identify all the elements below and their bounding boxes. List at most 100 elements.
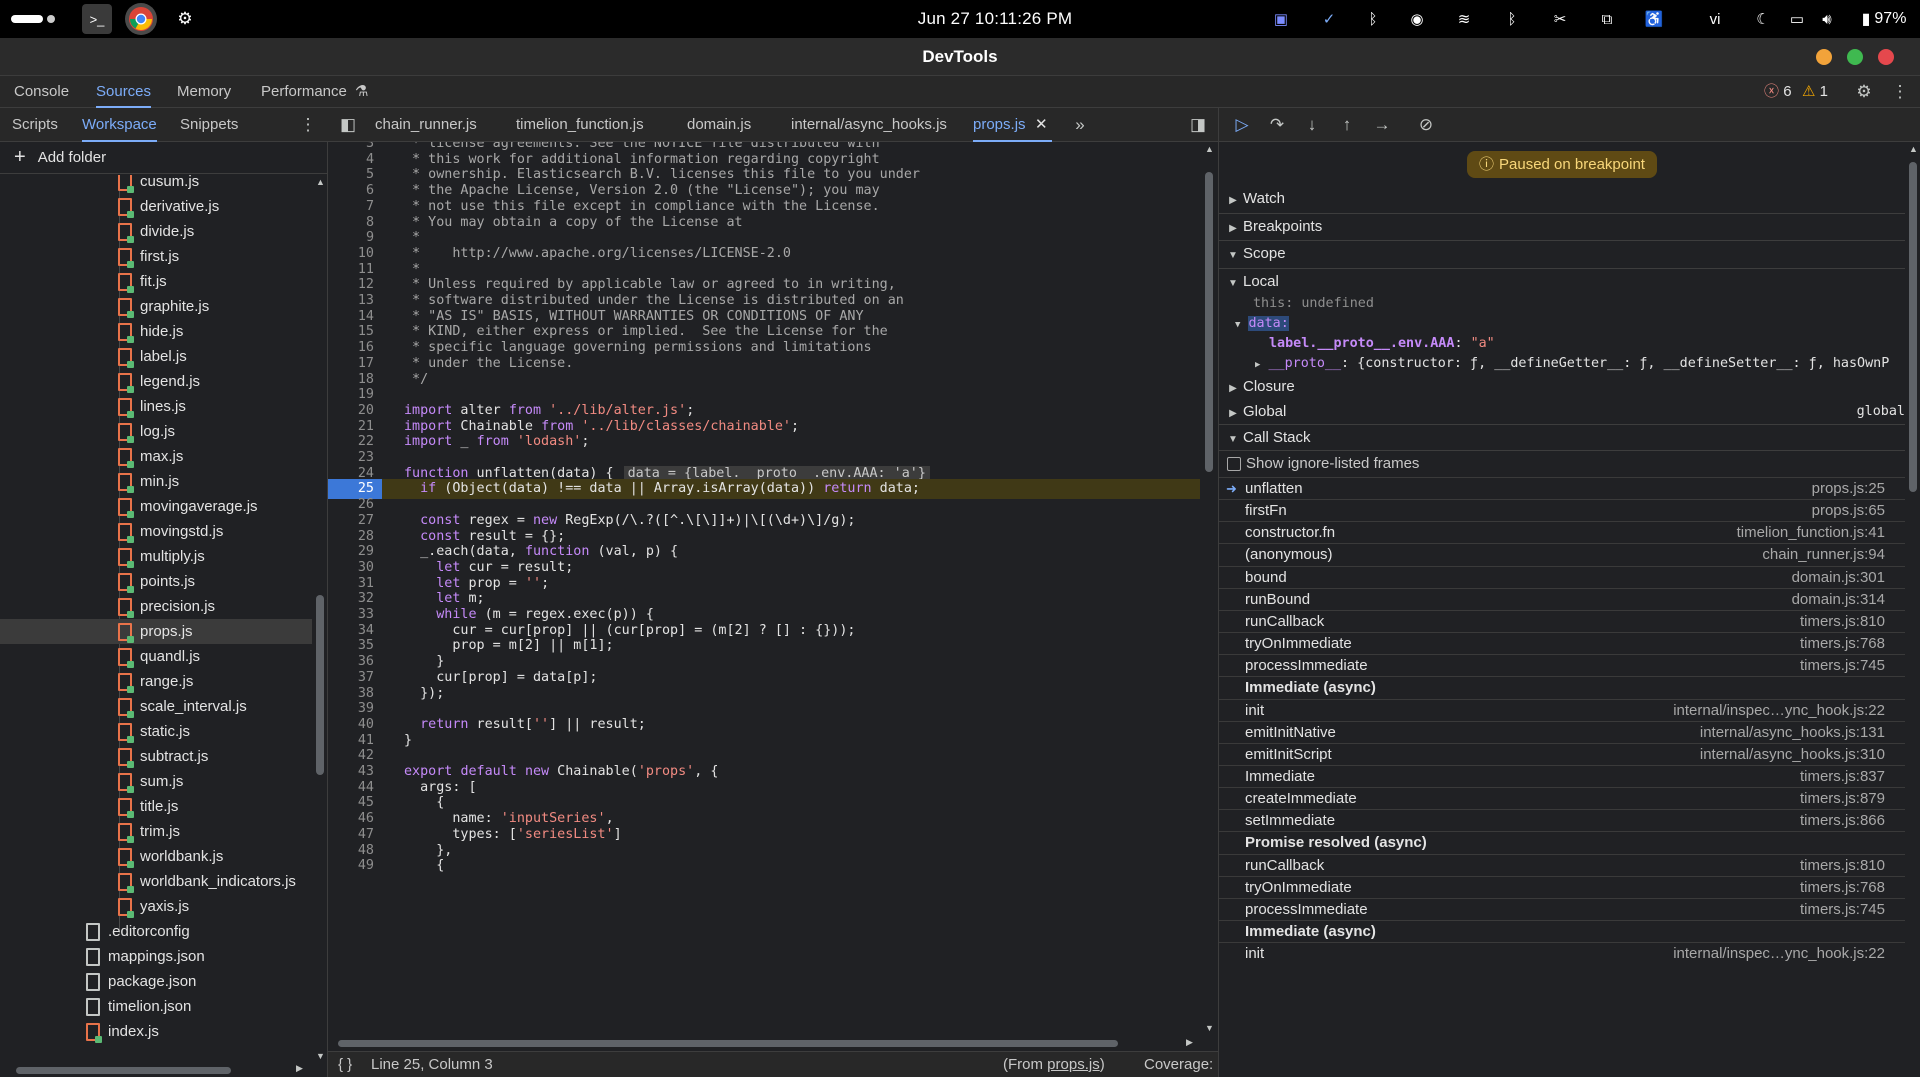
editor-scrollbar[interactable]: ▲ ▼	[1200, 142, 1218, 1035]
call-frame[interactable]: init internal/inspec…ync_hook.js:22	[1219, 698, 1905, 722]
show-ignored-frames-toggle[interactable]: Show ignore-listed frames	[1219, 450, 1905, 477]
call-frame[interactable]: emitInitNative internal/async_hooks.js:13…	[1219, 720, 1905, 744]
file-tree-item[interactable]: package.json	[0, 969, 312, 994]
frame-location[interactable]: internal/async_hooks.js:131	[1700, 722, 1885, 744]
call-frame[interactable]: processImmediate timers.js:745	[1219, 897, 1905, 921]
file-tree-item[interactable]: movingstd.js	[0, 519, 312, 544]
frame-location[interactable]: timers.js:768	[1800, 877, 1885, 899]
step-into-icon[interactable]: ↓	[1299, 113, 1325, 137]
call-frame[interactable]: runCallback timers.js:810	[1219, 609, 1905, 632]
accessibility-icon[interactable]: ♿	[1637, 0, 1671, 38]
keyboard-layout[interactable]: vi	[1700, 0, 1730, 38]
file-tree-item[interactable]: trim.js	[0, 819, 312, 844]
file-tree-item[interactable]: log.js	[0, 419, 312, 444]
file-tree-item[interactable]: subtract.js	[0, 744, 312, 769]
scope-this[interactable]: this: undefined	[1219, 294, 1905, 314]
editor-tab-timelion-function[interactable]: timelion_function.js	[516, 108, 644, 142]
tab-memory[interactable]: Memory	[177, 76, 231, 108]
file-tree-item[interactable]: lines.js	[0, 394, 312, 419]
line-number[interactable]: 49	[328, 856, 374, 875]
frame-location[interactable]: internal/inspec…ync_hook.js:22	[1673, 700, 1885, 722]
file-tree-item[interactable]: cusum.js	[0, 175, 312, 194]
tab-workspace[interactable]: Workspace	[82, 108, 157, 142]
close-window-button[interactable]	[1878, 49, 1894, 65]
call-frame[interactable]: (anonymous) chain_runner.js:94	[1219, 543, 1905, 565]
frame-location[interactable]: internal/inspec…ync_hook.js:22	[1673, 943, 1885, 965]
deactivate-breakpoints-icon[interactable]: ⊘	[1413, 113, 1439, 137]
navigator-more-icon[interactable]: ⋮	[296, 113, 320, 137]
discord-icon[interactable]: ◉	[1400, 0, 1434, 38]
scope-data-prop[interactable]: label.__proto__.env.AAA: "a"	[1219, 334, 1905, 354]
call-frame[interactable]: ➜ unflatten props.js:25	[1219, 477, 1905, 499]
close-tab-icon[interactable]: ✕	[1035, 108, 1048, 142]
resume-icon[interactable]: ▷	[1229, 113, 1255, 137]
call-frame[interactable]: createImmediate timers.js:879	[1219, 787, 1905, 809]
file-tree-item[interactable]: legend.js	[0, 369, 312, 394]
terminal-icon[interactable]: >_	[82, 4, 112, 34]
watch-section[interactable]: ▶ Watch	[1219, 186, 1905, 212]
step-over-icon[interactable]: ↷	[1264, 113, 1290, 137]
call-frame[interactable]: runBound domain.js:314	[1219, 587, 1905, 611]
activity-icon[interactable]: ≋	[1447, 0, 1481, 38]
file-tree-item[interactable]: sum.js	[0, 769, 312, 794]
frame-location[interactable]: timers.js:866	[1800, 810, 1885, 832]
tab-snippets[interactable]: Snippets	[180, 108, 238, 142]
file-tree-item[interactable]: worldbank_indicators.js	[0, 869, 312, 894]
call-frame[interactable]: init internal/inspec…ync_hook.js:22	[1219, 942, 1905, 964]
debugger-scrollbar[interactable]: ▲	[1905, 142, 1920, 1077]
step-out-icon[interactable]: ↑	[1334, 113, 1360, 137]
tools-icon[interactable]: ✂	[1543, 0, 1577, 38]
file-tree-item[interactable]: scale_interval.js	[0, 694, 312, 719]
frame-location[interactable]: chain_runner.js:94	[1762, 544, 1885, 566]
file-tree-item[interactable]: title.js	[0, 794, 312, 819]
frame-location[interactable]: domain.js:314	[1792, 589, 1885, 611]
scope-proto[interactable]: ▶ __proto__: {constructor: ƒ, __defineGe…	[1219, 354, 1905, 374]
sync-icon[interactable]: ✓	[1312, 0, 1346, 38]
file-tree-item[interactable]: movingaverage.js	[0, 494, 312, 519]
editor-tab-props[interactable]: props.js ✕	[973, 108, 1052, 142]
source-origin-link[interactable]: props.js	[1047, 1056, 1100, 1073]
bluetooth-device-icon[interactable]: ᛒ	[1495, 0, 1529, 38]
file-tree-item[interactable]: multiply.js	[0, 544, 312, 569]
local-scope[interactable]: ▼ Local	[1219, 268, 1905, 294]
call-frame[interactable]: runCallback timers.js:810	[1219, 853, 1905, 877]
minimize-button[interactable]	[1816, 49, 1832, 65]
editor-tab-async-hooks[interactable]: internal/async_hooks.js	[791, 108, 947, 142]
frame-location[interactable]: timers.js:768	[1800, 633, 1885, 655]
file-tree-item[interactable]: graphite.js	[0, 294, 312, 319]
code-line[interactable]: 49 {	[328, 856, 1200, 875]
code-lines[interactable]: 3 * license agreements. See the NOTICE f…	[328, 142, 1200, 1035]
file-tree-item[interactable]: props.js	[0, 619, 312, 644]
file-tree-item[interactable]: yaxis.js	[0, 894, 312, 919]
tab-performance[interactable]: Performance ⚗	[261, 76, 369, 108]
step-icon[interactable]: →	[1369, 113, 1395, 137]
frame-location[interactable]: timers.js:745	[1800, 899, 1885, 921]
battery-indicator[interactable]: ▮ 97%	[1850, 0, 1918, 38]
file-tree-item[interactable]: label.js	[0, 344, 312, 369]
settings-gear-icon[interactable]: ⚙	[170, 0, 200, 38]
bluetooth-icon[interactable]: ᛒ	[1356, 0, 1390, 38]
add-folder-button[interactable]: + Add folder	[0, 142, 328, 174]
file-tree-item[interactable]: timelion.json	[0, 994, 312, 1019]
call-frame[interactable]: firstFn props.js:65	[1219, 499, 1905, 521]
file-tree-item[interactable]: index.js	[0, 1019, 312, 1044]
more-tabs-icon[interactable]: »	[1068, 113, 1092, 137]
tab-sources[interactable]: Sources	[96, 76, 152, 108]
scope-data[interactable]: ▼ data:	[1219, 314, 1905, 334]
scope-section[interactable]: ▼ Scope	[1219, 240, 1905, 266]
call-frame[interactable]: tryOnImmediate timers.js:768	[1219, 875, 1905, 899]
window-title-bar[interactable]: DevTools	[0, 38, 1920, 76]
frame-location[interactable]: timelion_function.js:41	[1737, 522, 1885, 544]
frame-location[interactable]: timers.js:837	[1800, 766, 1885, 788]
closure-scope[interactable]: ▶ Closure	[1219, 374, 1905, 400]
editor-horizontal-scrollbar[interactable]: ▶	[328, 1035, 1200, 1051]
toggle-debugger-icon[interactable]: ◨	[1186, 113, 1210, 137]
frame-location[interactable]: timers.js:810	[1800, 855, 1885, 877]
teams-icon[interactable]: ▣	[1264, 0, 1298, 38]
error-counter[interactable]: ⓧ 6	[1764, 76, 1792, 108]
volume-icon[interactable]: 🔊︎	[1810, 0, 1844, 38]
warning-counter[interactable]: ⚠ 1	[1802, 76, 1828, 108]
file-tree-item[interactable]: quandl.js	[0, 644, 312, 669]
file-tree-item[interactable]: .editorconfig	[0, 919, 312, 944]
file-tree-item[interactable]: points.js	[0, 569, 312, 594]
